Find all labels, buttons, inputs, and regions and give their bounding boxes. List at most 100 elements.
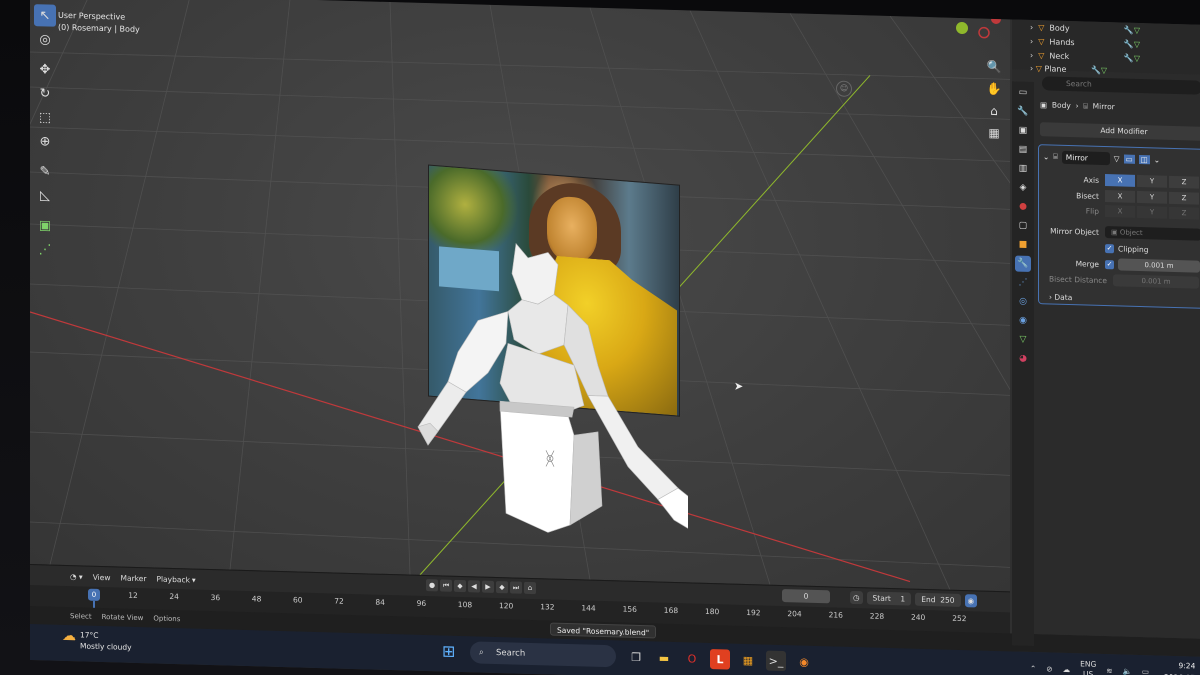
select-box-icon[interactable]: ◎ (34, 28, 56, 51)
tray-chevron-icon[interactable]: ⌃ (1030, 663, 1036, 672)
camera-icon[interactable]: ⌂ (984, 101, 1004, 122)
editor-type-icon[interactable]: ▭ (1015, 85, 1031, 101)
play-icon[interactable]: ▶ (482, 580, 494, 593)
axis-x-toggle[interactable]: X (1105, 174, 1135, 187)
bisect-y-toggle[interactable]: Y (1137, 190, 1167, 204)
physics-tab-icon[interactable]: ◎ (1015, 294, 1031, 310)
overlay-icon[interactable]: ◉ (964, 594, 978, 608)
wifi-icon[interactable]: ≋ (1106, 666, 1112, 675)
weather-widget[interactable]: ☁ 17°C Mostly cloudy (62, 628, 132, 652)
collection-tab-icon[interactable]: ▢ (1015, 218, 1031, 234)
bisect-distance-field[interactable]: 0.001 m (1113, 274, 1199, 289)
output-tab-icon[interactable]: ▤ (1015, 142, 1031, 158)
start-frame-field[interactable]: Start 1 (866, 591, 912, 606)
move-icon[interactable]: ✥ (34, 58, 56, 81)
mic-off-icon[interactable]: ⊘ (1046, 664, 1052, 673)
flip-y-toggle[interactable]: Y (1137, 205, 1167, 219)
annotate-icon[interactable]: ✎ (34, 160, 56, 183)
object-tab-icon[interactable]: ■ (1015, 237, 1031, 253)
current-frame-field[interactable]: 0 (782, 589, 830, 604)
breadcrumb: ▣ Body › ⌸ Mirror (1040, 100, 1115, 112)
language-indicator[interactable]: ENG US (1080, 659, 1096, 675)
clock-icon[interactable]: ◷ (850, 590, 863, 605)
opera-icon[interactable]: O (682, 648, 702, 669)
3d-viewport[interactable]: User Perspective (0) Rosemary | Body ↖ ◎… (30, 0, 1010, 592)
grid-icon[interactable]: ▦ (984, 123, 1004, 144)
timeline-tick-label: 84 (375, 597, 385, 607)
blender-icon[interactable]: ◉ (794, 651, 814, 672)
modifier-name-field[interactable]: Mirror (1061, 150, 1110, 165)
bisect-x-toggle[interactable]: X (1105, 190, 1135, 203)
play-reverse-icon[interactable]: ◀ (468, 580, 480, 593)
dropdown-icon[interactable]: ⌄ (1154, 155, 1160, 164)
battery-icon[interactable]: ▭ (1142, 667, 1149, 675)
render-icon[interactable]: ◫ (1138, 154, 1150, 164)
terminal-icon[interactable]: >_ (766, 650, 786, 672)
tool-tab-icon[interactable]: 🔧 (1015, 104, 1031, 120)
merge-checkbox[interactable]: ✓ (1105, 259, 1114, 269)
axis-z-toggle[interactable]: Z (1169, 175, 1199, 189)
add-cube-icon[interactable]: ▣ (34, 214, 56, 237)
file-explorer-icon[interactable]: ▬ (654, 647, 674, 668)
playhead[interactable]: 0 (88, 588, 100, 601)
next-key-icon[interactable]: ◆ (496, 581, 508, 594)
chevron-down-icon[interactable]: ▾ (192, 575, 196, 584)
flip-x-toggle[interactable]: X (1105, 205, 1135, 218)
jump-end-icon[interactable]: ⏭ (510, 581, 522, 594)
axis-y-toggle[interactable]: Y (1137, 174, 1167, 188)
clipping-checkbox[interactable]: ✓ (1105, 243, 1114, 253)
editor-type-icon[interactable]: ◔ ▾ (70, 572, 83, 581)
rotate-icon[interactable]: ↻ (34, 82, 56, 105)
data-label: Data (1054, 292, 1073, 302)
menu-marker[interactable]: Marker (121, 573, 147, 583)
constraints-tab-icon[interactable]: ◉ (1015, 313, 1031, 329)
extrude-icon[interactable]: ⋰ (34, 238, 56, 261)
mirror-object-label: Mirror Object (1050, 225, 1099, 237)
merge-distance-field[interactable]: 0.001 m (1118, 258, 1200, 273)
keying-icon[interactable]: ⌂ (524, 581, 536, 595)
edit-mode-icon[interactable]: ▽ (1114, 154, 1120, 163)
collapse-icon[interactable]: ⌄ (1043, 152, 1049, 161)
libreoffice-icon[interactable]: L (710, 648, 730, 670)
expand-icon[interactable]: › (1030, 22, 1033, 31)
windows-start-icon[interactable]: ⊞ (442, 642, 464, 665)
expand-icon[interactable]: › (1030, 50, 1033, 59)
hand-pan-icon[interactable]: ✋ (984, 79, 1004, 100)
menu-playback[interactable]: Playback (156, 574, 189, 584)
clock[interactable]: 9:24 2026-07 (1164, 660, 1195, 675)
transform-icon[interactable]: ⊕ (34, 130, 56, 153)
office-grid-icon[interactable]: ▦ (738, 650, 758, 671)
record-icon[interactable]: ● (426, 579, 438, 592)
zoom-icon[interactable]: 🔍 (984, 57, 1004, 78)
prev-key-icon[interactable]: ◆ (454, 579, 466, 593)
cloud-icon[interactable]: ☁ (1063, 664, 1071, 673)
flip-z-toggle[interactable]: Z (1169, 206, 1199, 220)
end-frame-field[interactable]: End 250 (915, 592, 961, 607)
volume-icon[interactable]: 🔈 (1123, 666, 1132, 675)
taskbar-search[interactable]: ⌕ Search (470, 641, 616, 668)
menu-view[interactable]: View (93, 572, 111, 581)
timeline-tick-label: 252 (952, 613, 967, 624)
data-tab-icon[interactable]: ▽ (1015, 332, 1031, 348)
add-modifier-button[interactable]: Add Modifier (1040, 122, 1200, 141)
lowpoly-body-mesh[interactable] (388, 230, 688, 548)
scale-icon[interactable]: ⬚ (34, 106, 56, 129)
mirror-object-field[interactable]: ▣ Object (1105, 226, 1200, 241)
render-tab-icon[interactable]: ▣ (1015, 123, 1031, 139)
scene-tab-icon[interactable]: ◈ (1015, 180, 1031, 196)
task-view-icon[interactable]: ❐ (626, 647, 646, 668)
material-tab-icon[interactable]: ◕ (1015, 351, 1031, 367)
bisect-z-toggle[interactable]: Z (1169, 191, 1199, 205)
world-tab-icon[interactable]: ● (1015, 199, 1031, 215)
expand-icon[interactable]: › (1030, 36, 1033, 45)
view-layer-tab-icon[interactable]: ▥ (1015, 161, 1031, 177)
data-subpanel[interactable]: › Data (1039, 289, 1200, 308)
cursor-icon[interactable]: ↖ (34, 4, 56, 27)
jump-start-icon[interactable]: ⏮ (440, 579, 452, 592)
particles-tab-icon[interactable]: ⋰ (1015, 275, 1031, 291)
measure-icon[interactable]: ◺ (34, 184, 56, 207)
properties-search-input[interactable]: Search (1042, 76, 1200, 95)
axis-gizmo-icon[interactable] (950, 12, 1010, 44)
modifier-tab-icon[interactable]: 🔧 (1015, 255, 1031, 272)
realtime-icon[interactable]: ▭ (1123, 154, 1135, 164)
